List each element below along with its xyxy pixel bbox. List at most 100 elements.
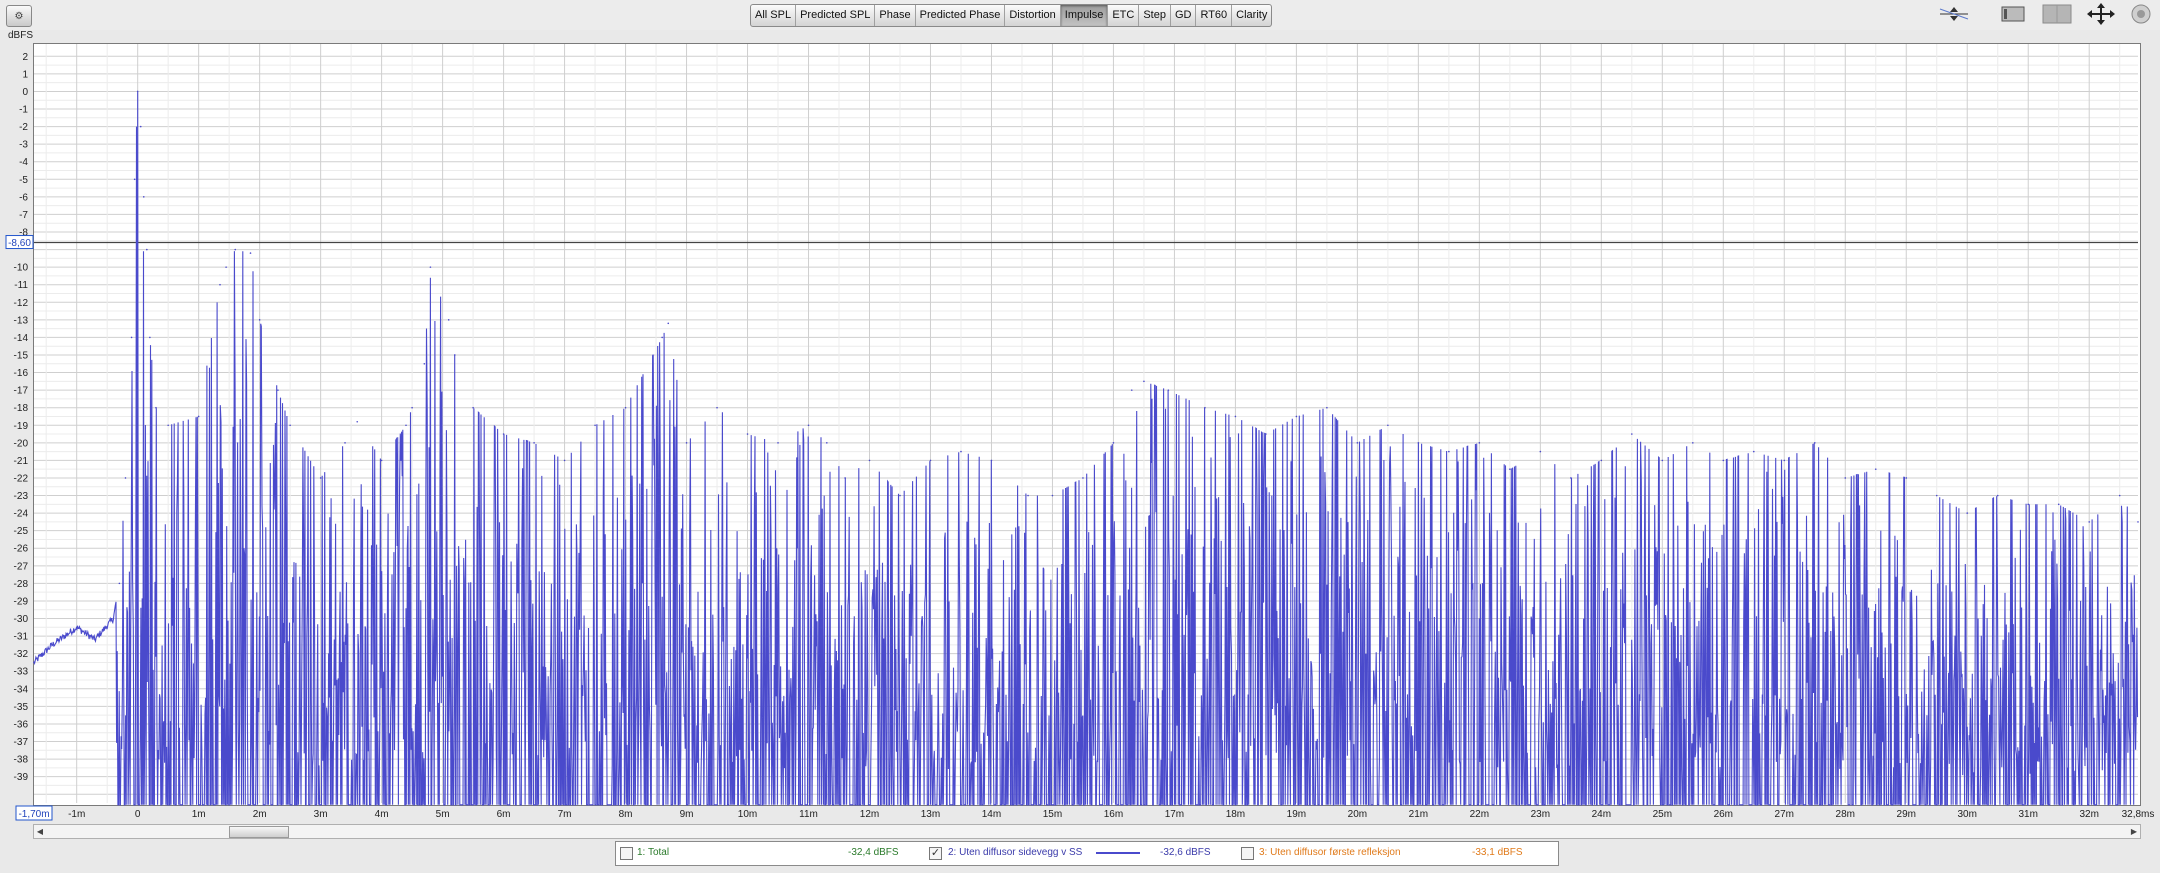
x-tick-label: 1m: [192, 809, 206, 820]
y-tick-label: -6: [19, 192, 28, 203]
x-tick-label: 14m: [982, 809, 1001, 820]
data-point: [94, 638, 96, 641]
legend-checkbox-total[interactable]: [620, 847, 633, 860]
scroll-thumb[interactable]: [229, 826, 289, 838]
x-tick-label: 12m: [860, 809, 879, 820]
x-tick-label: -1m: [68, 809, 85, 820]
x-tick-label: 28m: [1836, 809, 1855, 820]
x-tick-label: 18m: [1226, 809, 1245, 820]
y-tick-label: -10: [14, 263, 29, 274]
y-tick-label: -35: [14, 702, 29, 713]
x-tick-label: 23m: [1531, 809, 1550, 820]
x-tick-label: 9m: [680, 809, 694, 820]
data-point: [960, 450, 962, 453]
y-tick-label: -25: [14, 526, 29, 537]
data-point: [1844, 477, 1847, 479]
y-tick-label: -26: [14, 544, 29, 555]
data-point: [2057, 503, 2060, 506]
y-tick-label: -24: [14, 509, 29, 520]
data-point: [136, 90, 139, 93]
y-tick-label: 1: [22, 69, 28, 80]
data-point: [277, 389, 279, 391]
legend-value-series-2: -32,6 dBFS: [1160, 847, 1211, 858]
data-point: [2027, 503, 2030, 506]
data-point: [1509, 468, 1511, 470]
data-point: [1295, 415, 1298, 418]
data-point: [899, 494, 901, 497]
x-tick-label: 2m: [253, 809, 267, 820]
data-point: [1600, 459, 1603, 462]
data-point: [661, 336, 663, 339]
data-point: [130, 336, 133, 339]
data-point: [1539, 450, 1542, 453]
data-point: [319, 477, 322, 479]
x-tick-label: 6m: [497, 809, 511, 820]
legend-value-total: -32,4 dBFS: [848, 847, 899, 858]
y-axis-unit-label: dBFS: [8, 30, 33, 41]
y-tick-label: -13: [14, 315, 29, 326]
data-point: [447, 319, 450, 321]
data-point: [1082, 477, 1084, 479]
data-point: [1265, 433, 1267, 435]
data-point: [868, 459, 871, 462]
data-point: [1167, 389, 1170, 391]
y-tick-label: -16: [14, 368, 29, 379]
data-point: [563, 459, 566, 462]
data-point: [1752, 450, 1755, 453]
data-point: [1204, 406, 1206, 409]
legend-panel: 1: Total -32,4 dBFS ✓ 2: Uten diffusor s…: [615, 841, 1559, 866]
data-point: [1051, 494, 1054, 497]
data-point: [356, 420, 359, 423]
y-tick-label: -18: [14, 403, 29, 414]
data-point: [2137, 521, 2139, 523]
y-tick-label: -14: [14, 333, 29, 344]
data-point: [423, 362, 426, 365]
data-point: [624, 406, 627, 409]
x-tick-label: 22m: [1470, 809, 1489, 820]
data-point: [139, 125, 142, 128]
horizontal-scrollbar[interactable]: ◀ ▶: [33, 824, 2141, 839]
data-point: [844, 477, 846, 479]
legend-checkbox-series-2[interactable]: ✓: [929, 847, 942, 860]
data-point: [533, 442, 535, 444]
data-point: [344, 442, 346, 444]
data-point: [411, 406, 413, 409]
data-point: [33, 661, 35, 664]
y-tick-label: -7: [19, 210, 28, 221]
data-point: [146, 248, 148, 251]
data-point: [1631, 433, 1633, 435]
x-tick-label: 19m: [1287, 809, 1306, 820]
x-tick-label: 25m: [1653, 809, 1672, 820]
cursor-x-readout: -1,70m: [18, 809, 49, 820]
scroll-right-arrow-icon[interactable]: ▶: [2128, 825, 2140, 838]
y-tick-label: -27: [14, 561, 29, 572]
x-tick-label: 10m: [738, 809, 757, 820]
data-point: [777, 442, 779, 444]
scroll-left-arrow-icon[interactable]: ◀: [34, 825, 46, 838]
y-tick-label: -28: [14, 579, 29, 590]
data-point: [1130, 389, 1133, 391]
y-tick-label: -4: [19, 157, 28, 168]
data-point: [685, 442, 688, 444]
data-point: [225, 266, 227, 268]
legend-label-series-3: 3: Uten diffusor første refleksjon: [1259, 847, 1401, 858]
x-tick-label: 5m: [436, 809, 450, 820]
y-tick-label: -5: [19, 175, 28, 186]
legend-checkbox-series-3[interactable]: [1241, 847, 1254, 860]
y-tick-label: -32: [14, 649, 29, 660]
y-tick-label: -30: [14, 614, 29, 625]
data-point: [807, 424, 810, 427]
data-point: [1027, 494, 1029, 497]
data-point: [197, 415, 200, 418]
data-point: [167, 424, 169, 427]
y-tick-label: -33: [14, 667, 29, 678]
x-tick-label: 30m: [1958, 809, 1977, 820]
data-point: [124, 477, 127, 479]
data-point: [1874, 468, 1877, 470]
data-point: [667, 322, 670, 325]
impulse-chart: dBFS210-1-2-3-4-5-6-7-8-10-11-12-13-14-1…: [5, 30, 2154, 821]
y-tick-label: -21: [14, 456, 29, 467]
y-tick-label: -3: [19, 140, 28, 151]
y-tick-label: -38: [14, 755, 29, 766]
y-tick-label: -36: [14, 719, 29, 730]
